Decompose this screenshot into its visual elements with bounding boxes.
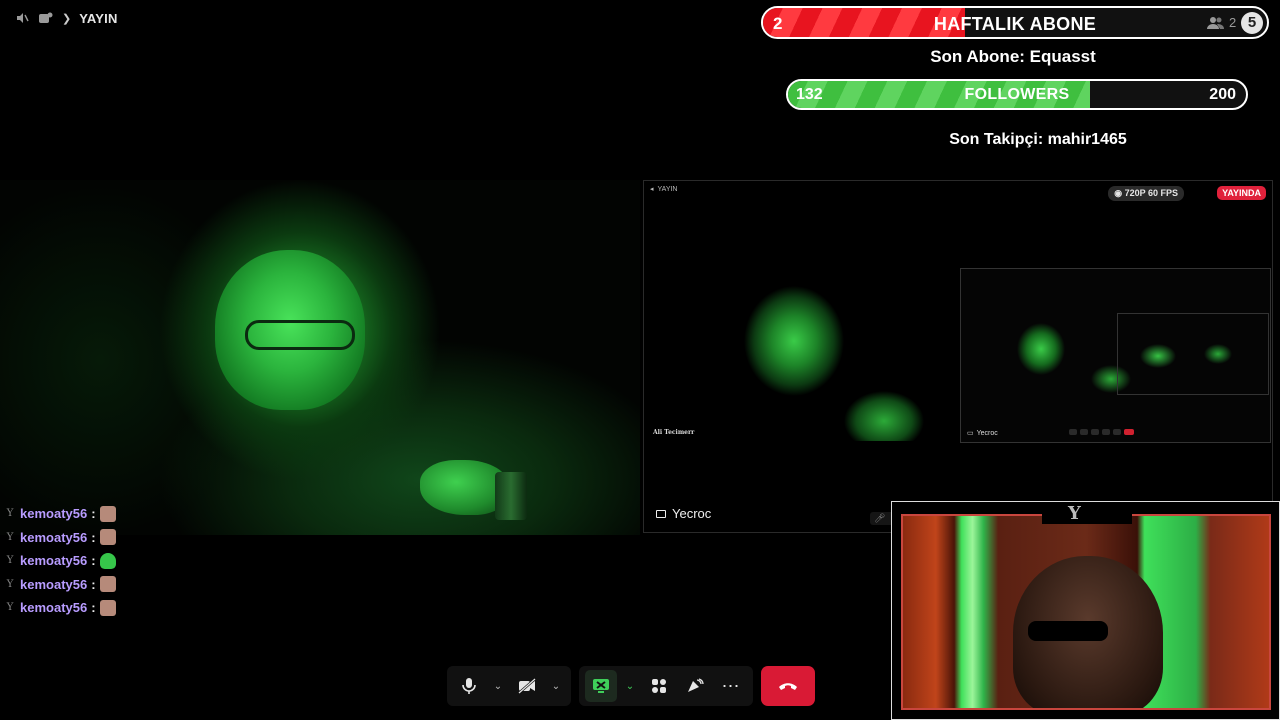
microphone-icon <box>462 678 476 694</box>
people-count-value: 2 <box>1229 15 1237 30</box>
end-call-icon <box>779 683 797 690</box>
channel-header: ❯ YAYIN <box>14 10 118 26</box>
badge-y-icon: Y <box>6 531 14 543</box>
screen-share-button[interactable] <box>585 670 617 702</box>
screen-share-options-chevron[interactable]: ⌄ <box>621 670 639 702</box>
pip-sunglasses <box>1028 621 1108 641</box>
monitor-icon: ▭ <box>967 430 974 437</box>
chat-separator: : <box>91 576 96 592</box>
subscriber-goal-title: HAFTALIK ABONE <box>933 14 1097 34</box>
chat-separator: : <box>91 506 96 522</box>
eye-icon: ◉ <box>1114 188 1125 198</box>
chat-separator: : <box>91 529 96 545</box>
chat-separator: : <box>91 553 96 569</box>
nested-presenter-name: Yecroc <box>976 429 998 437</box>
share-activity-group: ⌄ ⋯ <box>579 666 753 706</box>
emote-face-icon <box>99 599 116 616</box>
chat-message: Ykemoaty56: <box>4 526 116 550</box>
speaker-muted-icon: ◂ <box>650 186 654 193</box>
camera-off-icon <box>518 678 536 694</box>
channel-arrow-icon: ❯ <box>62 12 72 25</box>
channel-label: YAYIN <box>79 10 118 26</box>
emote-face-icon <box>99 576 116 593</box>
more-button[interactable]: ⋯ <box>715 670 747 702</box>
chat-message: Ykemoaty56: <box>4 502 116 526</box>
chat-username[interactable]: kemoaty56 <box>20 530 87 545</box>
activities-button[interactable] <box>643 670 675 702</box>
share-mini-label: YAYIN <box>657 185 678 193</box>
emote-face-icon <box>99 529 116 546</box>
more-icon: ⋯ <box>721 675 741 696</box>
soundboard-button[interactable] <box>679 670 711 702</box>
emote-face-icon <box>99 505 116 522</box>
badge-y-icon: Y <box>6 578 14 590</box>
channel-icon <box>38 10 54 26</box>
follower-goal-bar: 132 FOLLOWERS 200 <box>786 79 1248 110</box>
last-follower-text: Son Takipçi: mahir1465 <box>949 131 1127 148</box>
speaker-muted-icon[interactable] <box>14 10 30 26</box>
monitor-icon <box>656 509 666 518</box>
chat-separator: : <box>91 600 96 616</box>
shared-name-tag: Ali Tecimerr <box>653 429 695 436</box>
end-call-button[interactable] <box>761 666 815 706</box>
follower-target: 200 <box>1209 86 1236 103</box>
nested-controls <box>1069 429 1134 435</box>
subscriber-goal-bar: 2 HAFTALIK ABONE 2 5 <box>761 6 1269 39</box>
pip-frame <box>901 514 1271 710</box>
shared-webcam-view <box>704 271 964 441</box>
chat-overlay: Ykemoaty56: Ykemoaty56: Ykemoaty56: Ykemoat… <box>4 502 116 620</box>
chat-message: Ykemoaty56: <box>4 573 116 597</box>
screen-share-icon <box>593 679 609 693</box>
y-logo-icon: Y <box>1068 503 1081 524</box>
call-controls: ⌄ ⌄ ⌄ ⋯ <box>447 666 815 706</box>
subscriber-target: 5 <box>1241 12 1263 34</box>
badge-y-icon: Y <box>6 555 14 567</box>
presenter-label: Yecroc <box>656 506 711 521</box>
people-icon <box>1207 16 1225 30</box>
main-video-tile[interactable] <box>0 180 640 535</box>
quality-badge: ◉ 720P 60 FPS <box>1108 186 1184 201</box>
chat-username[interactable]: kemoaty56 <box>20 577 87 592</box>
last-subscriber-text: Son Abone: Equasst <box>930 47 1096 66</box>
mug <box>495 472 527 520</box>
chat-message: Ykemoaty56: <box>4 549 116 573</box>
emote-green-icon <box>99 552 116 569</box>
participant-glasses <box>245 320 355 350</box>
presenter-name: Yecroc <box>672 506 712 521</box>
microphone-button[interactable] <box>453 670 485 702</box>
badge-y-icon: Y <box>6 602 14 614</box>
chat-username[interactable]: kemoaty56 <box>20 506 87 521</box>
follower-goal-title: FOLLOWERS <box>964 86 1070 103</box>
soundboard-icon <box>688 678 704 692</box>
live-badge: YAYINDA <box>1217 186 1266 200</box>
microphone-options-chevron[interactable]: ⌄ <box>489 670 507 702</box>
pip-topbar <box>1042 504 1132 524</box>
chat-username[interactable]: kemoaty56 <box>20 600 87 615</box>
share-mini-header: ◂ YAYIN <box>650 185 678 194</box>
camera-options-chevron[interactable]: ⌄ <box>547 670 565 702</box>
audio-video-group: ⌄ ⌄ <box>447 666 571 706</box>
badge-y-icon: Y <box>6 508 14 520</box>
nested-presenter: ▭ Yecroc <box>967 429 998 438</box>
chat-username[interactable]: kemoaty56 <box>20 553 87 568</box>
microphone-icon: 🎤︎ <box>874 513 886 523</box>
camera-button[interactable] <box>511 670 543 702</box>
quality-badge-text: 720P 60 FPS <box>1124 188 1178 198</box>
chat-message: Ykemoaty56: <box>4 596 116 620</box>
app-root: ❯ YAYIN 2 HAFTALIK ABONE 2 5 Son Abone: … <box>0 0 1280 720</box>
people-count: 2 <box>1207 15 1236 30</box>
screen-share-tile[interactable]: ◂ YAYIN ◉ 720P 60 FPS YAYINDA Ali Tecime… <box>643 180 1273 533</box>
activities-icon <box>652 679 666 693</box>
nested-share-view: ▭ Yecroc <box>960 268 1271 443</box>
nested-share <box>1117 313 1269 395</box>
pip-webcam: Y <box>891 501 1280 720</box>
